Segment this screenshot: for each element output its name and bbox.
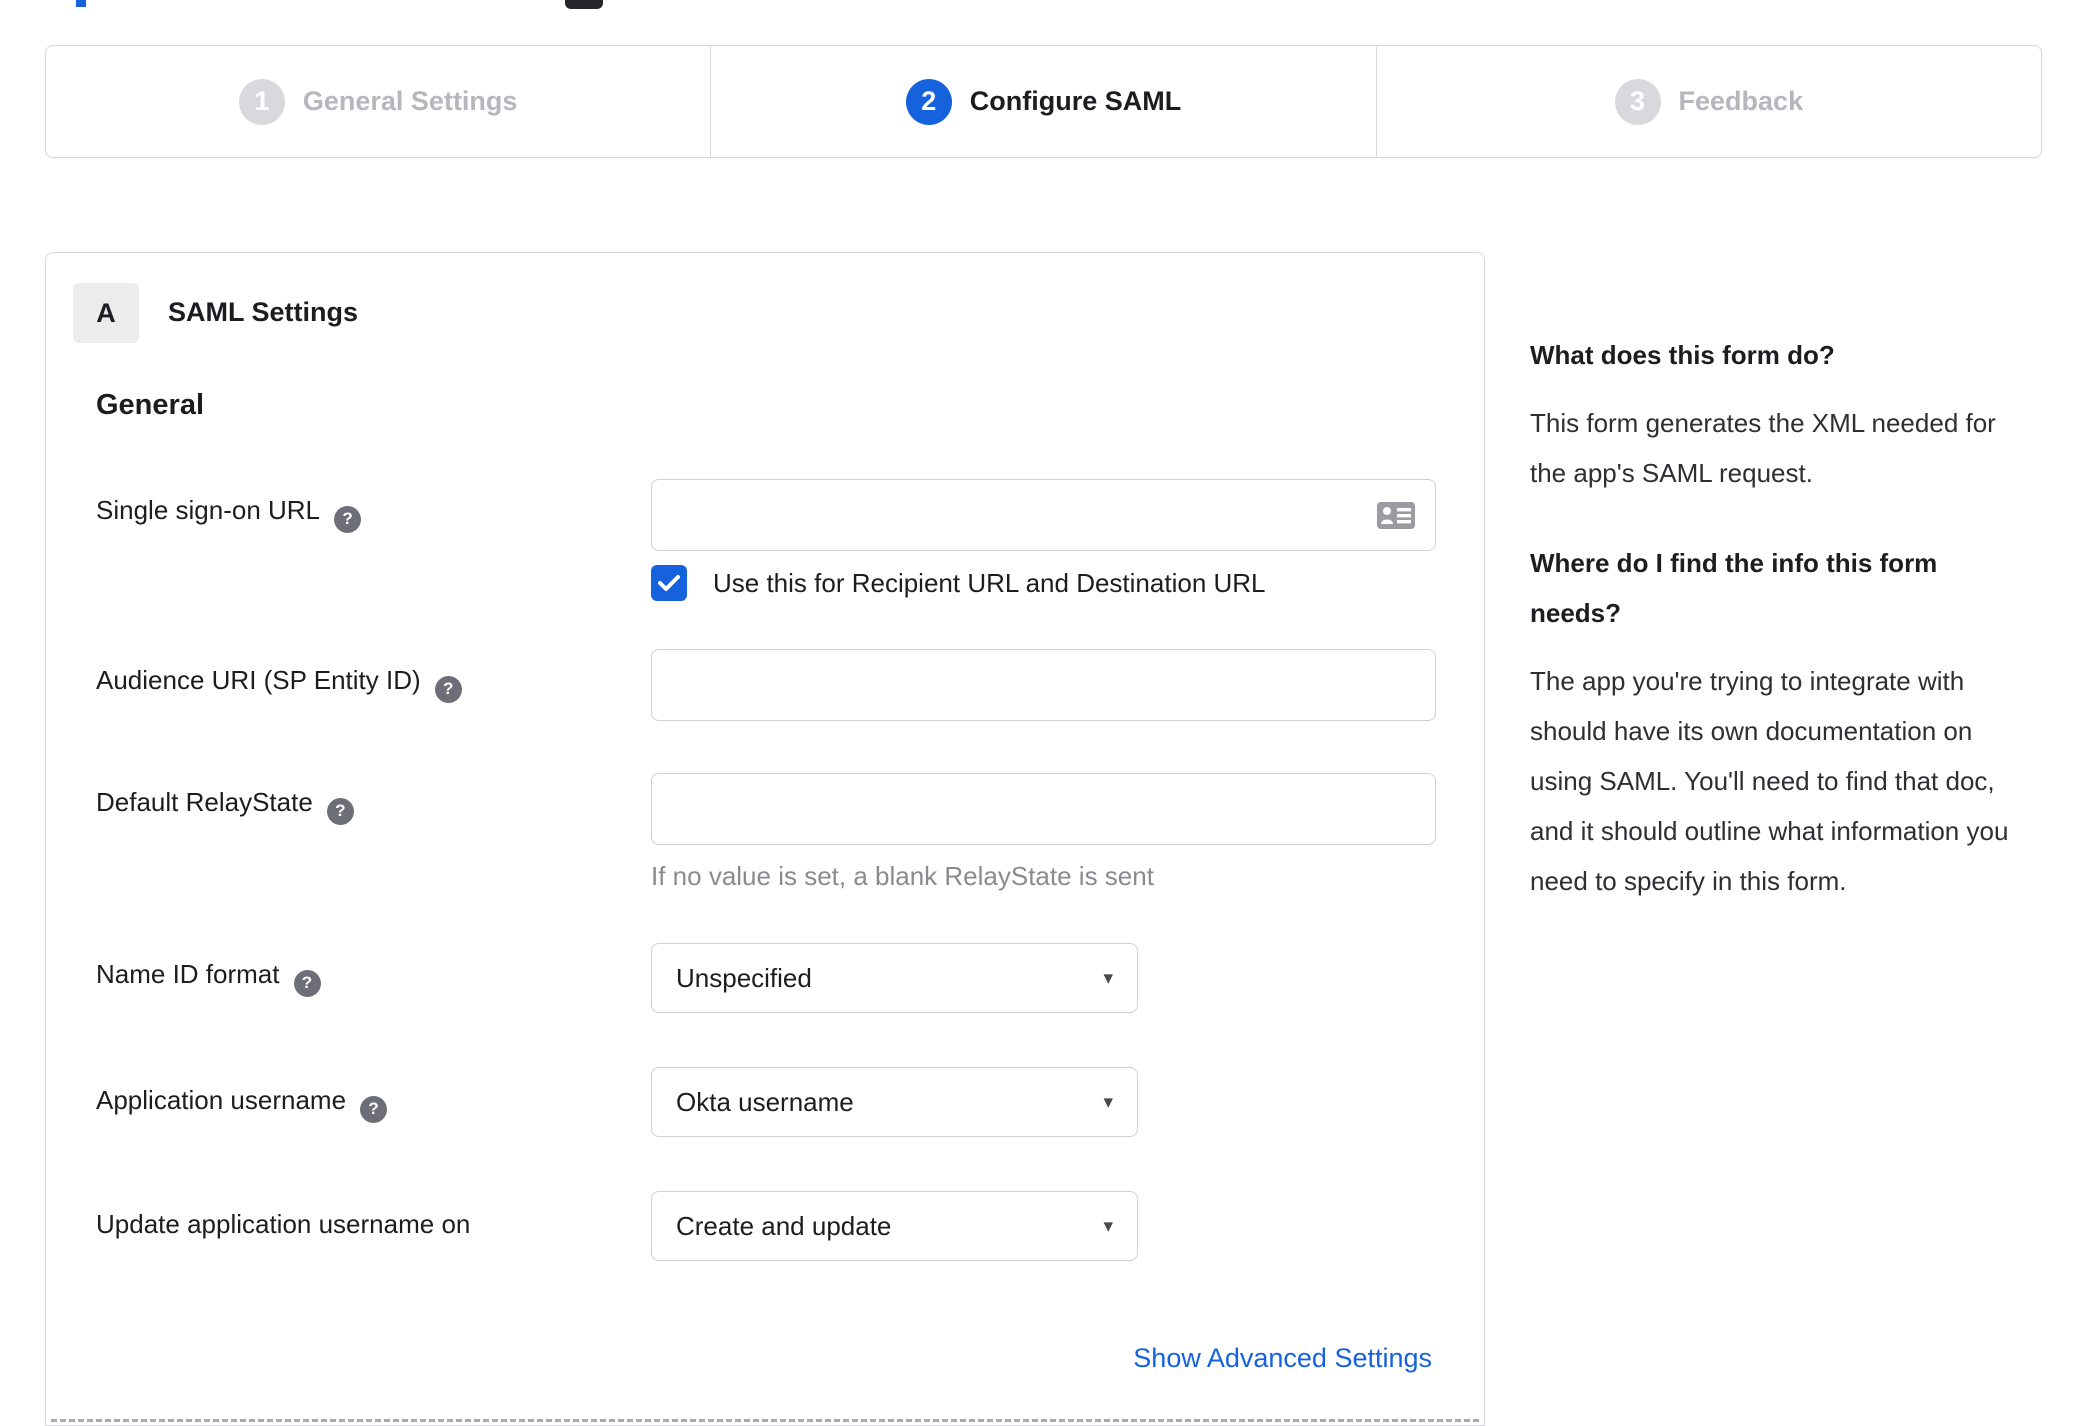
step-configure-saml[interactable]: 2 Configure SAML (710, 46, 1375, 157)
chevron-down-icon: ▾ (1103, 1091, 1113, 1113)
help-answer-1: This form generates the XML needed for t… (1530, 408, 1996, 488)
select-value: Unspecified (676, 962, 812, 993)
name-id-format-select[interactable]: Unspecified ▾ (651, 943, 1138, 1013)
relay-state-input[interactable] (651, 773, 1436, 845)
saml-settings-panel: A SAML Settings General Single sign-on U… (45, 252, 1485, 1426)
application-username-select[interactable]: Okta username ▾ (651, 1067, 1138, 1137)
help-icon[interactable]: ? (360, 1095, 388, 1123)
help-question-1: What does this form do? (1530, 340, 1835, 370)
step-general-settings[interactable]: 1 General Settings (46, 46, 710, 157)
relay-state-hint: If no value is set, a blank RelayState i… (651, 861, 1154, 891)
contact-card-icon (1377, 502, 1415, 529)
show-advanced-settings-link[interactable]: Show Advanced Settings (1133, 1343, 1432, 1374)
step-number-badge: 1 (238, 78, 285, 125)
audience-uri-input[interactable] (651, 649, 1436, 721)
wizard-stepper: 1 General Settings 2 Configure SAML 3 Fe… (45, 45, 2042, 158)
audience-uri-label: Audience URI (SP Entity ID)? (96, 665, 462, 703)
step-label: General Settings (302, 86, 518, 116)
recipient-url-checkbox[interactable] (651, 565, 687, 601)
help-answer-2: The app you're trying to integrate with … (1530, 666, 2009, 896)
step-feedback[interactable]: 3 Feedback (1375, 46, 2041, 157)
step-number-badge: 3 (1614, 78, 1661, 125)
update-username-label: Update application username on (96, 1209, 471, 1239)
sso-checkbox-row: Use this for Recipient URL and Destinati… (651, 565, 1266, 601)
sso-url-input[interactable] (651, 479, 1436, 551)
select-value: Okta username (676, 1086, 854, 1117)
help-icon[interactable]: ? (434, 675, 462, 703)
general-section-heading: General (96, 389, 204, 421)
help-panel: What does this form do? This form genera… (1530, 330, 2035, 946)
checkmark-icon (658, 575, 680, 591)
chevron-down-icon: ▾ (1103, 967, 1113, 989)
chevron-down-icon: ▾ (1103, 1215, 1113, 1237)
step-number-badge: 2 (905, 78, 952, 125)
step-label: Configure SAML (969, 86, 1182, 116)
step-label: Feedback (1678, 86, 1804, 116)
recipient-url-checkbox-label[interactable]: Use this for Recipient URL and Destinati… (713, 568, 1266, 599)
help-icon[interactable]: ? (293, 969, 321, 997)
cutoff-blue-fragment (76, 0, 86, 7)
panel-title: SAML Settings (168, 297, 359, 327)
update-username-select[interactable]: Create and update ▾ (651, 1191, 1138, 1261)
relay-state-label: Default RelayState? (96, 787, 354, 825)
name-id-format-label: Name ID format? (96, 959, 321, 997)
application-username-label: Application username? (96, 1085, 388, 1123)
select-value: Create and update (676, 1210, 892, 1241)
help-icon[interactable]: ? (334, 505, 362, 533)
section-a-badge: A (73, 283, 139, 343)
help-question-2: Where do I find the info this form needs… (1530, 548, 1938, 628)
screen: 1 General Settings 2 Configure SAML 3 Fe… (0, 0, 2092, 1426)
dashed-divider (51, 1419, 1479, 1422)
sso-url-input-wrap (651, 479, 1436, 551)
cutoff-dark-fragment (565, 0, 603, 9)
sso-url-label: Single sign-on URL? (96, 495, 362, 533)
help-icon[interactable]: ? (326, 797, 354, 825)
